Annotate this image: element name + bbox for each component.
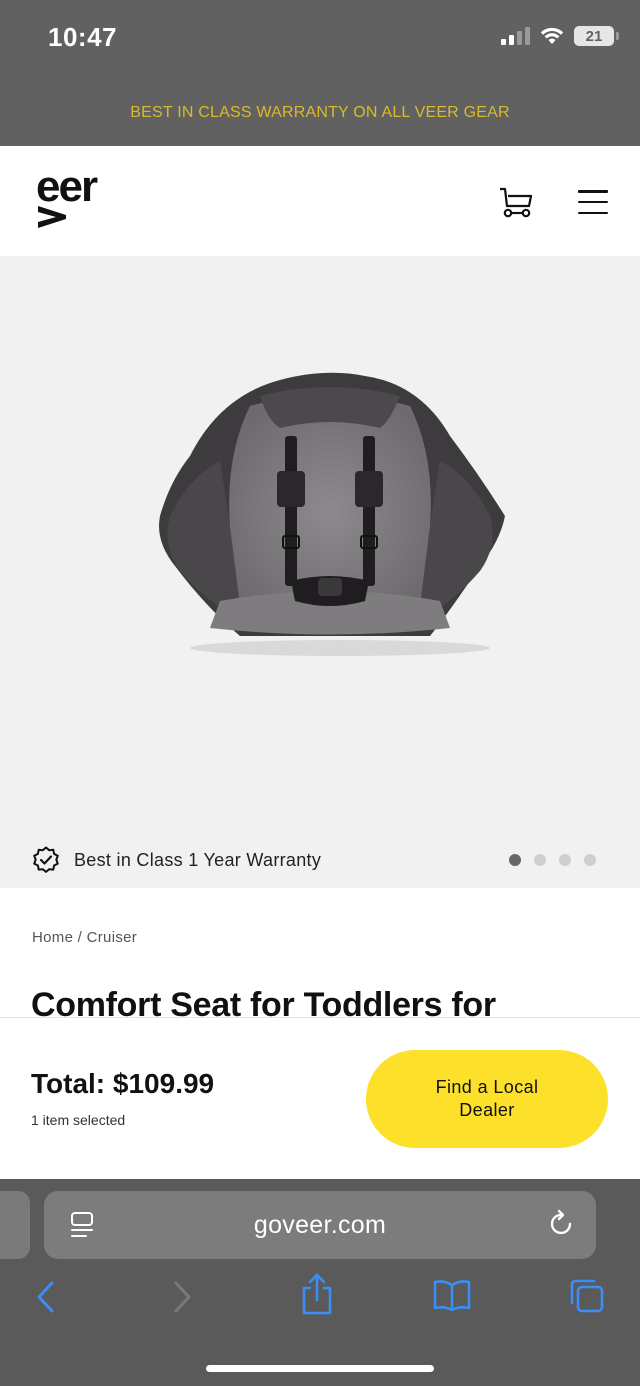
- promo-banner-text: BEST IN CLASS WARRANTY ON ALL VEER GEAR: [130, 104, 510, 121]
- battery-icon: 21: [574, 26, 619, 46]
- site-header: eer: [0, 146, 640, 256]
- status-bar: 10:47 21: [0, 0, 640, 80]
- status-time: 10:47: [48, 22, 117, 52]
- items-selected-text: 1 item selected: [31, 1112, 126, 1128]
- menu-line: [578, 190, 608, 193]
- gallery-pagination[interactable]: [509, 854, 596, 866]
- product-title: Comfort Seat for Toddlers for: [31, 986, 496, 1017]
- find-local-dealer-button[interactable]: Find a Local Dealer: [366, 1050, 608, 1148]
- purchase-bar: Total: $109.99 1 item selected Find a Lo…: [0, 1017, 640, 1179]
- cart-glyph-icon: [500, 187, 533, 218]
- bookmarks-icon[interactable]: [432, 1277, 472, 1313]
- previous-tab-preview[interactable]: [0, 1191, 30, 1259]
- browser-chrome: goveer.com: [0, 1179, 640, 1386]
- wifi-icon: [540, 27, 564, 44]
- warranty-text: Best in Class 1 Year Warranty: [74, 849, 322, 870]
- status-icons: 21: [501, 26, 619, 46]
- product-gallery[interactable]: Best in Class 1 Year Warranty: [0, 256, 640, 888]
- gallery-dot[interactable]: [559, 854, 571, 866]
- gallery-dot[interactable]: [509, 854, 521, 866]
- product-title-container: Comfort Seat for Toddlers for: [0, 980, 640, 1017]
- url-text: goveer.com: [253, 1211, 387, 1239]
- breadcrumb-home-link[interactable]: Home: [32, 929, 73, 946]
- menu-icon[interactable]: [578, 190, 608, 214]
- home-indicator[interactable]: [206, 1365, 434, 1372]
- warranty-badge: Best in Class 1 Year Warranty: [32, 846, 321, 874]
- cart-icon[interactable]: [496, 186, 536, 220]
- veer-logo[interactable]: eer: [36, 162, 116, 230]
- reload-icon[interactable]: [548, 1209, 576, 1239]
- menu-line: [578, 200, 608, 204]
- breadcrumb: Home / Cruiser: [32, 929, 137, 946]
- logo-chevron-icon: [38, 206, 66, 228]
- breadcrumb-category-link[interactable]: Cruiser: [87, 929, 137, 946]
- forward-icon[interactable]: [172, 1277, 194, 1317]
- breadcrumb-separator: /: [73, 929, 87, 946]
- address-bar[interactable]: goveer.com: [44, 1191, 596, 1259]
- back-icon[interactable]: [34, 1277, 56, 1317]
- gallery-dot[interactable]: [534, 854, 546, 866]
- menu-line: [578, 211, 608, 214]
- promo-banner[interactable]: BEST IN CLASS WARRANTY ON ALL VEER GEAR: [0, 80, 640, 146]
- tabs-icon[interactable]: [568, 1277, 606, 1315]
- verified-badge-icon: [33, 846, 59, 873]
- signal-icon: [501, 27, 530, 45]
- total-price: Total: $109.99: [31, 1068, 215, 1099]
- gallery-dot[interactable]: [584, 854, 596, 866]
- browser-toolbar: [0, 1273, 640, 1327]
- logo-text: eer: [36, 162, 98, 211]
- share-icon[interactable]: [300, 1273, 334, 1317]
- toddler-comfort-seat-product-image[interactable]: [150, 366, 510, 656]
